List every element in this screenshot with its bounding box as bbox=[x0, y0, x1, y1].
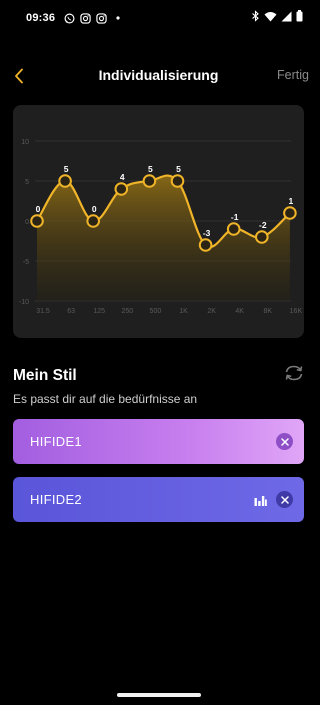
preset-card-hifide1[interactable]: HIFIDE1 bbox=[13, 419, 304, 464]
instagram-icon bbox=[80, 12, 91, 24]
delete-preset-button[interactable] bbox=[276, 491, 293, 508]
x-tick-label: 250 bbox=[121, 308, 133, 315]
eq-band-handle[interactable] bbox=[86, 214, 100, 228]
equalizer-graph[interactable]: 10 5 0 -5 -10 31.5 63 125 250 500 1K 2K 4K 8K 16K 0 5 0… bbox=[13, 105, 304, 338]
dot-icon bbox=[116, 16, 120, 20]
eq-value-label: 5 bbox=[176, 164, 181, 174]
equalizer-chart: 10 5 0 -5 -10 31.5 63 125 250 500 1K 2K 4K 8K 16K 0 5 0… bbox=[13, 105, 304, 338]
eq-value-label: 5 bbox=[148, 164, 153, 174]
home-indicator[interactable] bbox=[117, 693, 201, 697]
eq-value-label: -3 bbox=[203, 228, 211, 238]
x-tick-label: 8K bbox=[264, 308, 273, 315]
refresh-icon bbox=[285, 365, 303, 381]
instagram-icon bbox=[96, 12, 107, 24]
page-title: Individualisierung bbox=[98, 67, 219, 83]
eq-band-handle[interactable] bbox=[30, 214, 44, 228]
eq-value-label: 0 bbox=[92, 204, 97, 214]
eq-value-label: 5 bbox=[64, 164, 69, 174]
battery-icon bbox=[296, 9, 303, 27]
done-button[interactable]: Fertig bbox=[277, 68, 309, 82]
bluetooth-icon bbox=[251, 9, 260, 27]
delete-preset-button[interactable] bbox=[276, 433, 293, 450]
wifi-icon bbox=[264, 9, 277, 27]
x-tick-label: 16K bbox=[290, 308, 303, 315]
close-icon bbox=[280, 495, 289, 504]
active-equalizer-icon bbox=[254, 493, 267, 511]
y-tick-label: 5 bbox=[25, 179, 29, 186]
preset-label: HIFIDE2 bbox=[30, 492, 82, 507]
status-left: 09:36 bbox=[26, 12, 120, 24]
x-tick-label: 125 bbox=[93, 308, 105, 315]
x-tick-label: 31.5 bbox=[36, 308, 50, 315]
y-tick-label: -5 bbox=[23, 259, 29, 266]
section-subtitle: Es passt dir auf die bedürfnisse an bbox=[13, 392, 198, 406]
eq-band-handle[interactable] bbox=[142, 174, 157, 188]
x-tick-label: 2K bbox=[207, 308, 216, 315]
eq-value-label: 4 bbox=[120, 172, 125, 182]
x-tick-label: 1K bbox=[179, 308, 188, 315]
whatsapp-icon bbox=[64, 13, 75, 24]
x-tick-label: 500 bbox=[150, 308, 162, 315]
eq-band-handle[interactable] bbox=[226, 222, 241, 236]
signal-icon bbox=[281, 9, 292, 27]
eq-band-handle[interactable] bbox=[58, 174, 72, 188]
eq-value-label: 1 bbox=[289, 196, 294, 206]
status-bar: 09:36 bbox=[0, 0, 317, 36]
x-tick-label: 4K bbox=[235, 308, 244, 315]
y-tick-label: -10 bbox=[19, 299, 29, 306]
app-header: Individualisierung Fertig bbox=[0, 58, 317, 94]
eq-band-handle[interactable] bbox=[114, 182, 129, 196]
refresh-button[interactable] bbox=[282, 360, 306, 386]
eq-value-label: 0 bbox=[36, 204, 41, 214]
preset-label: HIFIDE1 bbox=[30, 434, 82, 449]
eq-band-handle[interactable] bbox=[283, 206, 297, 220]
close-icon bbox=[280, 437, 289, 446]
status-right bbox=[251, 9, 303, 27]
eq-band-handle[interactable] bbox=[255, 230, 269, 244]
preset-card-hifide2[interactable]: HIFIDE2 bbox=[13, 477, 304, 522]
x-tick-label: 63 bbox=[67, 308, 75, 315]
eq-band-handle[interactable] bbox=[170, 174, 185, 188]
status-time: 09:36 bbox=[26, 12, 56, 24]
eq-band-handle[interactable] bbox=[198, 238, 213, 252]
y-tick-label: 0 bbox=[25, 219, 29, 226]
y-tick-label: 10 bbox=[21, 139, 29, 146]
eq-value-label: -2 bbox=[259, 220, 267, 230]
section-title: Mein Stil bbox=[13, 367, 77, 384]
eq-value-label: -1 bbox=[231, 212, 239, 222]
eq-area-fill bbox=[37, 175, 290, 301]
